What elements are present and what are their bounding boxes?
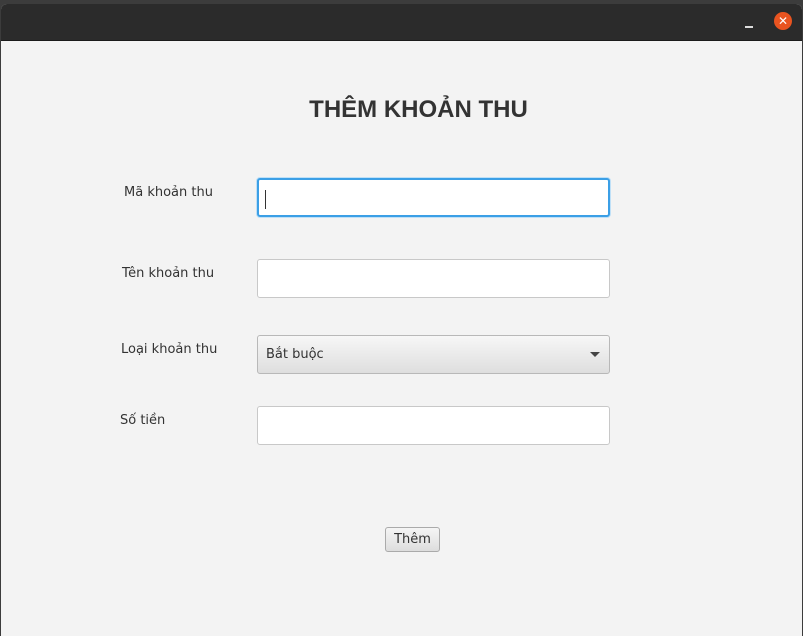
add-button[interactable]: Thêm — [385, 527, 440, 552]
loai-khoan-thu-label: Loại khoản thu — [121, 342, 218, 357]
app-window: ✕ THÊM KHOẢN THU Mã khoản thu Tên khoản … — [1, 4, 802, 636]
so-tien-input[interactable] — [257, 406, 610, 445]
loai-khoan-thu-select[interactable]: Bắt buộc — [257, 335, 610, 374]
chevron-down-icon — [590, 352, 600, 357]
ten-khoan-thu-label: Tên khoản thu — [122, 266, 215, 281]
loai-khoan-thu-selected-value: Bắt buộc — [266, 347, 324, 362]
title-bar: ✕ — [1, 4, 802, 41]
minimize-icon[interactable] — [743, 18, 755, 30]
text-caret — [265, 190, 266, 209]
close-icon[interactable]: ✕ — [774, 12, 792, 30]
ma-khoan-thu-input[interactable] — [257, 178, 610, 217]
page-title: THÊM KHOẢN THU — [309, 96, 528, 123]
ma-khoan-thu-label: Mã khoản thu — [124, 185, 213, 200]
so-tien-label: Số tiền — [120, 413, 166, 428]
ten-khoan-thu-input[interactable] — [257, 259, 610, 298]
